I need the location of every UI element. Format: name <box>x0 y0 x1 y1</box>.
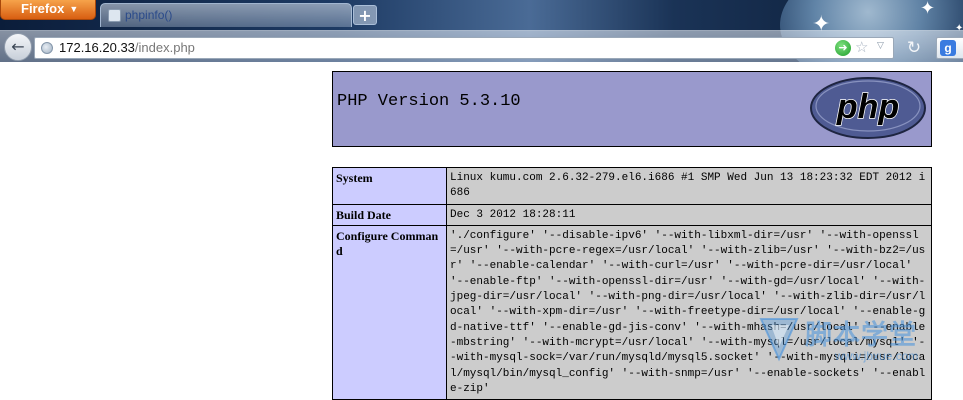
url-path: /index.php <box>134 40 195 55</box>
browser-chrome: ✦ ✦ ✦ Firefox ▼ phpinfo() + ← 172.16.20.3… <box>0 0 963 62</box>
sparkle-star-icon: ✦ <box>920 0 936 19</box>
table-row: Configure Command './configure' '--disab… <box>332 224 932 400</box>
chevron-down-icon: ▼ <box>69 4 79 14</box>
url-bar[interactable]: 172.16.20.33/index.php ➜ ☆ ▽ <box>34 37 894 59</box>
tab-title: phpinfo() <box>125 8 173 22</box>
navigation-toolbar: ← 172.16.20.33/index.php ➜ ☆ ▽ ↻ g <box>0 30 963 62</box>
search-engine-button[interactable]: g <box>936 37 963 59</box>
go-arrow-icon[interactable]: ➜ <box>835 40 851 56</box>
back-arrow-icon: ← <box>11 37 25 56</box>
url-text[interactable]: 172.16.20.33/index.php <box>59 40 195 55</box>
row-key: Configure Command <box>332 224 447 400</box>
back-button[interactable]: ← <box>4 33 32 61</box>
tab-phpinfo[interactable]: phpinfo() <box>100 3 352 27</box>
table-row: System Linux kumu.com 2.6.32-279.el6.i68… <box>332 167 932 205</box>
url-host: 172.16.20.33 <box>59 40 135 55</box>
table-row: Build Date Dec 3 2012 18:28:11 <box>332 203 932 226</box>
new-tab-button[interactable]: + <box>353 5 377 25</box>
row-key: System <box>332 167 447 205</box>
page-favicon-icon <box>108 9 121 22</box>
row-key: Build Date <box>332 203 447 226</box>
firefox-menu-button[interactable]: Firefox ▼ <box>0 0 96 20</box>
page-title: PHP Version 5.3.10 <box>337 92 521 111</box>
php-logo[interactable]: php <box>809 76 927 140</box>
row-value: './configure' '--disable-ipv6' '--with-l… <box>446 224 932 400</box>
phpinfo-table: System Linux kumu.com 2.6.32-279.el6.i68… <box>332 167 932 400</box>
bookmark-star-icon[interactable]: ☆ <box>855 38 868 56</box>
php-logo-text: php <box>836 88 899 126</box>
php-version-header: PHP Version 5.3.10 php <box>332 71 932 147</box>
url-history-dropdown-icon[interactable]: ▽ <box>877 41 884 51</box>
firefox-menu-label: Firefox <box>21 1 65 16</box>
row-value: Linux kumu.com 2.6.32-279.el6.i686 #1 SM… <box>446 167 932 205</box>
google-search-icon: g <box>940 40 956 56</box>
row-value: Dec 3 2012 18:28:11 <box>446 203 932 226</box>
site-identity-icon[interactable] <box>41 42 53 54</box>
reload-icon[interactable]: ↻ <box>903 37 925 59</box>
